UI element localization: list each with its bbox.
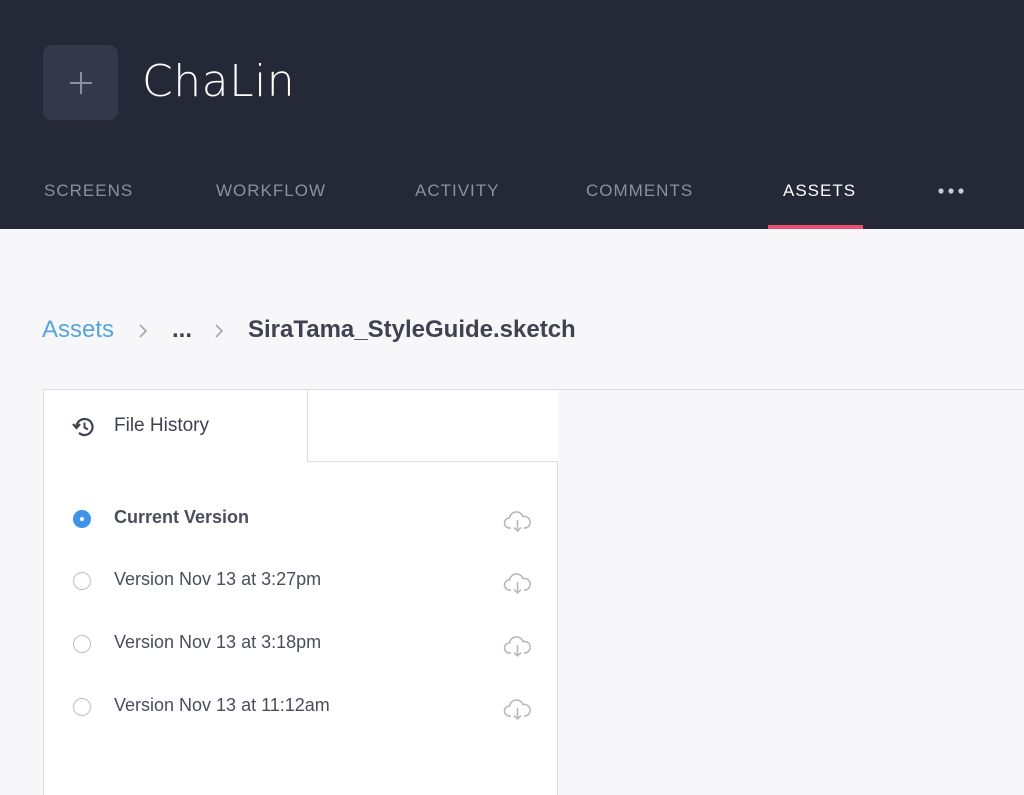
tab-workflow[interactable]: WORKFLOW <box>216 165 326 229</box>
breadcrumb-ellipsis[interactable]: ... <box>172 316 192 344</box>
tab-comments[interactable]: COMMENTS <box>586 165 693 229</box>
plus-icon <box>69 71 92 94</box>
more-horizontal-icon[interactable] <box>937 186 965 196</box>
version-row[interactable]: Version Nov 13 at 3:18pm <box>44 626 557 676</box>
version-label: Version Nov 13 at 11:12am <box>114 695 330 715</box>
active-tab-indicator <box>768 225 863 229</box>
version-radio[interactable] <box>73 698 91 716</box>
chevron-right-icon <box>139 324 148 338</box>
breadcrumb-assets-link[interactable]: Assets <box>42 316 114 344</box>
version-radio[interactable] <box>73 510 91 528</box>
history-icon <box>72 417 94 437</box>
tab-activity[interactable]: ACTIVITY <box>415 165 500 229</box>
version-row[interactable]: Version Nov 13 at 11:12am <box>44 689 557 739</box>
version-label: Current Version <box>114 507 250 527</box>
app-header: ChaLin SCREENS WORKFLOW ACTIVITY COMMENT… <box>0 0 1024 229</box>
version-label: Version Nov 13 at 3:27pm <box>114 569 322 589</box>
version-radio[interactable] <box>73 635 91 653</box>
tab-screens[interactable]: SCREENS <box>44 165 133 229</box>
project-title: ChaLin <box>142 56 296 107</box>
cloud-download-icon[interactable] <box>503 636 532 658</box>
project-logo-button[interactable] <box>43 45 118 120</box>
breadcrumb-current-file: SiraTama_StyleGuide.sketch <box>248 316 576 343</box>
cloud-download-icon[interactable] <box>503 573 532 595</box>
nav-tabs: SCREENS WORKFLOW ACTIVITY COMMENTS ASSET… <box>0 165 1024 229</box>
cloud-download-icon[interactable] <box>503 511 532 533</box>
file-history-panel: File History Current Version Version Nov… <box>43 389 558 795</box>
version-radio[interactable] <box>73 572 91 590</box>
panel-tab-spacer <box>308 390 558 462</box>
cloud-download-icon[interactable] <box>503 699 532 721</box>
tab-assets[interactable]: ASSETS <box>783 165 856 229</box>
file-history-tab[interactable]: File History <box>44 390 308 462</box>
chevron-right-icon <box>215 324 224 338</box>
file-history-tab-label: File History <box>114 415 210 436</box>
version-row-current[interactable]: Current Version <box>44 501 557 551</box>
version-label: Version Nov 13 at 3:18pm <box>114 632 322 652</box>
version-row[interactable]: Version Nov 13 at 3:27pm <box>44 563 557 613</box>
